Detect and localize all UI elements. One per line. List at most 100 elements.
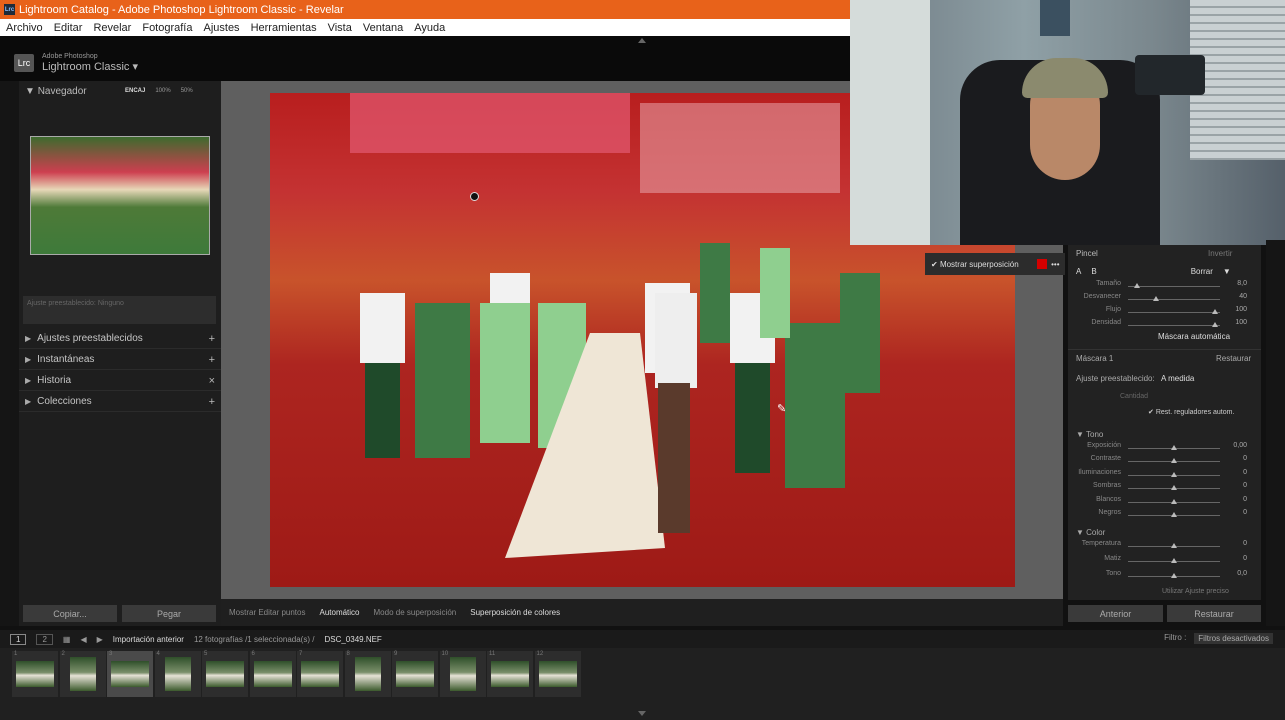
- color-slider[interactable]: Temperatura 0: [1068, 540, 1261, 553]
- slider-track[interactable]: [1128, 325, 1220, 326]
- slider-value[interactable]: 0: [1243, 455, 1247, 462]
- menu-fotografia[interactable]: Fotografía: [142, 22, 192, 34]
- auto-dropdown[interactable]: Automático: [319, 608, 359, 617]
- erase-menu-icon[interactable]: ▼: [1223, 267, 1231, 276]
- slider-knob[interactable]: [1212, 322, 1219, 327]
- filmstrip-thumb[interactable]: 5: [202, 651, 248, 697]
- mask-restore[interactable]: Restaurar: [1216, 354, 1251, 363]
- slider-value[interactable]: 0: [1243, 482, 1247, 489]
- slider-knob[interactable]: [1134, 283, 1141, 288]
- color-slider[interactable]: Matiz 0: [1068, 555, 1261, 568]
- tone-header[interactable]: ▼ Tono: [1076, 430, 1103, 439]
- menu-ventana[interactable]: Ventana: [363, 22, 403, 34]
- previous-button[interactable]: Anterior: [1068, 605, 1163, 622]
- slider-knob[interactable]: [1171, 458, 1177, 464]
- mask-preset-dropdown[interactable]: A medida: [1161, 374, 1194, 383]
- menu-ajustes[interactable]: Ajustes: [203, 22, 239, 34]
- slider-knob[interactable]: [1152, 296, 1159, 301]
- color-slider[interactable]: Tono 0,0: [1068, 570, 1261, 583]
- slider-track[interactable]: [1128, 312, 1220, 313]
- brush-slider[interactable]: Flujo 100: [1068, 306, 1261, 319]
- brush-slider[interactable]: Desvanecer 40: [1068, 293, 1261, 306]
- filmstrip-thumb[interactable]: 6: [249, 651, 296, 697]
- slider-value[interactable]: 0: [1243, 540, 1247, 547]
- tone-slider[interactable]: Negros 0: [1068, 509, 1261, 522]
- slider-knob[interactable]: [1171, 543, 1177, 548]
- view-2-button[interactable]: 2: [36, 633, 53, 645]
- slider-knob[interactable]: [1171, 573, 1177, 578]
- collapse-top-icon[interactable]: [638, 38, 646, 43]
- brush-a[interactable]: A: [1076, 267, 1081, 276]
- zoom-100[interactable]: 100%: [155, 88, 170, 94]
- slider-value[interactable]: 0: [1243, 496, 1247, 503]
- slider-value[interactable]: 40: [1239, 293, 1247, 300]
- forward-icon[interactable]: ▶: [97, 635, 103, 644]
- tone-slider[interactable]: Contraste 0: [1068, 455, 1261, 468]
- slider-knob[interactable]: [1171, 558, 1177, 563]
- menu-herramientas[interactable]: Herramientas: [251, 22, 317, 34]
- add-icon[interactable]: +: [209, 333, 215, 345]
- menu-vista[interactable]: Vista: [328, 22, 352, 34]
- back-icon[interactable]: ◀: [80, 635, 86, 644]
- slider-knob[interactable]: [1171, 445, 1177, 450]
- brush-slider[interactable]: Tamaño 8,0: [1068, 280, 1261, 293]
- slider-knob[interactable]: [1212, 309, 1219, 314]
- slider-value[interactable]: 0: [1243, 469, 1247, 476]
- current-file[interactable]: DSC_0349.NEF: [324, 635, 381, 644]
- clear-icon[interactable]: ×: [209, 375, 215, 387]
- slider-value[interactable]: 0,00: [1233, 442, 1247, 449]
- zoom-fit[interactable]: ENCAJ: [125, 88, 145, 94]
- show-edit-points[interactable]: Mostrar Editar puntos: [229, 608, 305, 617]
- slider-value[interactable]: 0: [1243, 555, 1247, 562]
- slider-value[interactable]: 100: [1235, 319, 1247, 326]
- filmstrip-thumb[interactable]: 8: [344, 651, 391, 697]
- slider-knob[interactable]: [1171, 498, 1177, 504]
- invert-checkbox[interactable]: Invertir: [1208, 249, 1232, 258]
- slider-value[interactable]: 8,0: [1237, 280, 1247, 287]
- slider-knob[interactable]: [1171, 512, 1177, 517]
- brush-b[interactable]: B: [1091, 267, 1096, 276]
- navigator-header[interactable]: ▼ Navegador: [25, 86, 87, 97]
- reset-button[interactable]: Restaurar: [1167, 605, 1261, 622]
- slider-track[interactable]: [1128, 286, 1220, 287]
- source-label[interactable]: Importación anterior: [113, 635, 184, 644]
- panel-presets[interactable]: ▶ Ajustes preestablecidos +: [19, 329, 221, 349]
- filmstrip-thumb[interactable]: 4: [154, 651, 201, 697]
- mask-pin-icon[interactable]: [470, 192, 479, 201]
- zoom-50[interactable]: 50%: [181, 88, 193, 94]
- color-header[interactable]: ▼ Color: [1076, 528, 1105, 537]
- overlay-mode-label[interactable]: Modo de superposición: [374, 608, 457, 617]
- filmstrip-thumb[interactable]: 3: [107, 651, 153, 697]
- collapse-bottom-icon[interactable]: [638, 711, 646, 716]
- menu-ayuda[interactable]: Ayuda: [414, 22, 445, 34]
- automask-checkbox[interactable]: Máscara automática: [1158, 332, 1230, 341]
- filmstrip-thumb[interactable]: 12: [534, 651, 581, 697]
- tone-slider[interactable]: Iluminaciones 0: [1068, 469, 1261, 482]
- navigator-preview[interactable]: [30, 136, 210, 255]
- add-icon[interactable]: +: [209, 354, 215, 366]
- overlay-color-swatch[interactable]: [1036, 259, 1047, 269]
- view-1-button[interactable]: 1: [10, 633, 27, 645]
- color-overlay-dropdown[interactable]: Superposición de colores: [470, 608, 560, 617]
- slider-track[interactable]: [1128, 299, 1220, 300]
- filmstrip-thumb[interactable]: 10: [439, 651, 486, 697]
- panel-collections[interactable]: ▶ Colecciones +: [19, 392, 221, 412]
- tone-slider[interactable]: Sombras 0: [1068, 482, 1261, 495]
- right-edge[interactable]: [1266, 240, 1285, 626]
- precise-checkbox[interactable]: Utilizar Ajuste preciso: [1162, 588, 1229, 595]
- slider-value[interactable]: 100: [1235, 306, 1247, 313]
- paste-button[interactable]: Pegar: [122, 605, 216, 622]
- brush-slider[interactable]: Densidad 100: [1068, 319, 1261, 332]
- copy-button[interactable]: Copiar...: [23, 605, 117, 622]
- filmstrip-thumb[interactable]: 7: [297, 651, 343, 697]
- filter-dropdown[interactable]: Filtros desactivados: [1194, 633, 1273, 644]
- slider-knob[interactable]: [1171, 471, 1177, 477]
- menu-archivo[interactable]: Archivo: [6, 22, 43, 34]
- grid-icon[interactable]: ▦: [63, 635, 71, 644]
- slider-knob[interactable]: [1171, 485, 1177, 491]
- brand[interactable]: Adobe Photoshop Lightroom Classic ▾: [42, 52, 138, 73]
- menu-editar[interactable]: Editar: [54, 22, 83, 34]
- menu-revelar[interactable]: Revelar: [93, 22, 131, 34]
- panel-history[interactable]: ▶ Historia ×: [19, 371, 221, 391]
- tone-slider[interactable]: Blancos 0: [1068, 496, 1261, 509]
